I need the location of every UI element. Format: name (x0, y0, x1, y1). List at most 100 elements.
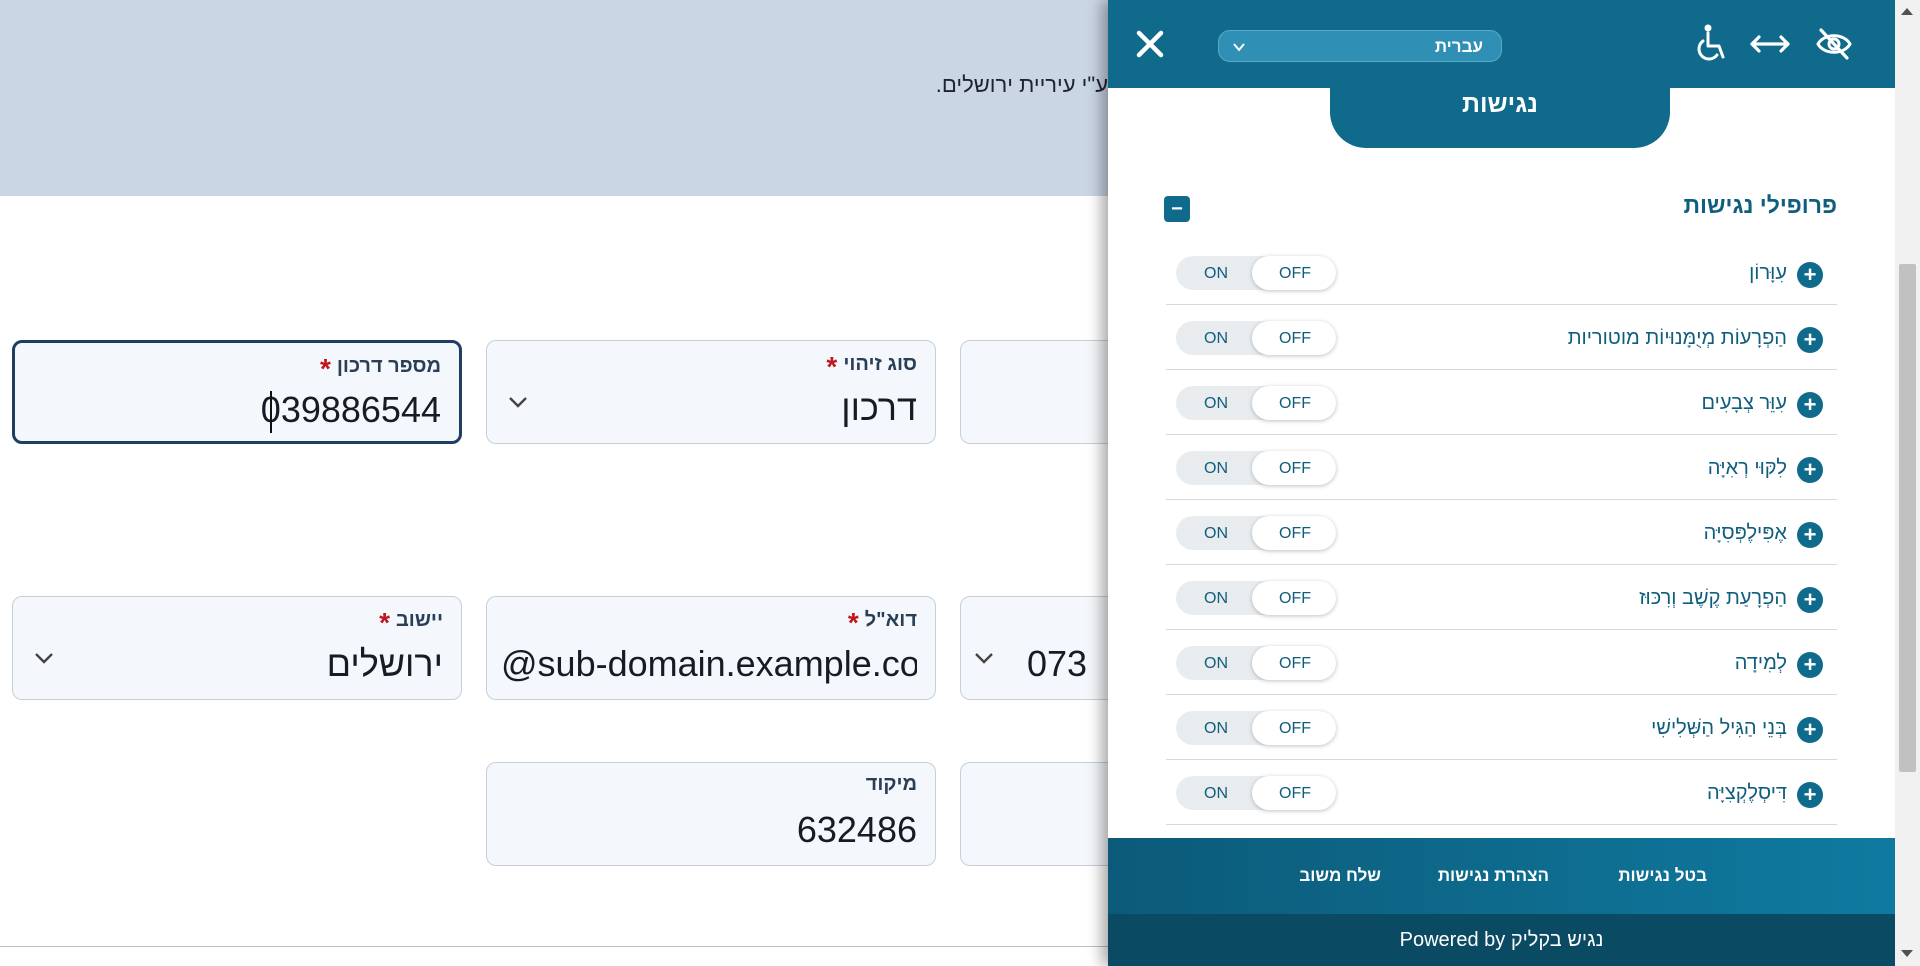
toggle-off-label: OFF (1279, 785, 1311, 802)
settlement-select[interactable]: יישוב* ירושלים (12, 596, 462, 700)
profile-row: + עִוָּרוֹן ON OFF (1166, 240, 1837, 305)
profile-label[interactable]: לִקּוּי רְאִיָּה (1708, 457, 1787, 480)
phone-prefix-value: 073 (1027, 643, 1088, 684)
language-select[interactable]: עברית (1218, 30, 1502, 62)
profile-row: + לִקּוּי רְאִיָּה ON OFF (1166, 435, 1837, 500)
toggle-on-label: ON (1204, 655, 1228, 672)
chevron-down-icon[interactable] (33, 647, 55, 669)
hide-panel-button[interactable] (1812, 22, 1856, 66)
accessibility-panel: עברית נגישות פרופילי נגישות − +עִוָּרוֹ (1108, 0, 1895, 966)
section-title: פרופילי נגישות (1683, 192, 1837, 218)
wheelchair-button[interactable] (1690, 22, 1734, 66)
toggle-off-label: OFF (1279, 265, 1311, 282)
email-field[interactable]: דוא"ל* @sub-domain.example.com (486, 596, 936, 700)
accessibility-statement-link[interactable]: הצהרת נגישות (1438, 866, 1549, 886)
settlement-label: יישוב* (379, 607, 443, 638)
profile-toggle[interactable]: ON OFF (1176, 321, 1336, 355)
profile-label[interactable]: עִוָּרוֹן (1749, 262, 1787, 285)
language-value: עברית (1434, 37, 1483, 56)
license-number-field[interactable]: מספר דרכון* 039886544 (12, 340, 462, 444)
accessibility-wheelchair-icon[interactable] (1695, 24, 1729, 64)
profile-row: + דִּיסְלֶקְצִיָּה ON OFF (1166, 760, 1837, 825)
scroll-up-arrow[interactable] (1901, 8, 1913, 15)
plus-icon[interactable]: + (1797, 392, 1823, 418)
scroll-thumb[interactable] (1899, 264, 1916, 772)
close-icon[interactable] (1135, 29, 1165, 59)
id-type-label: סוג זיהוי* (826, 351, 917, 382)
license-number-value[interactable]: 039886544 (261, 389, 441, 431)
zip-field[interactable]: מיקוד 632486 (486, 762, 936, 866)
profile-toggle[interactable]: ON OFF (1176, 256, 1336, 290)
cancel-accessibility-link[interactable]: בטל נגישות (1618, 866, 1707, 886)
phone-prefix-select[interactable]: 073 (960, 596, 1120, 700)
plus-icon[interactable]: + (1797, 652, 1823, 678)
toggle-on-label: ON (1204, 265, 1228, 282)
profile-toggle[interactable]: ON OFF (1176, 386, 1336, 420)
profile-toggle[interactable]: ON OFF (1176, 646, 1336, 680)
profile-label[interactable]: דִּיסְלֶקְצִיָּה (1707, 782, 1787, 805)
required-asterisk: * (319, 353, 331, 384)
toggle-on-label: ON (1204, 525, 1228, 542)
plus-icon[interactable]: + (1797, 262, 1823, 288)
profile-toggle[interactable]: ON OFF (1176, 776, 1336, 810)
profile-list: + עִוָּרוֹן ON OFF + הַפְרָעוֹת מְיֻמָּנוּיוֹ… (1166, 240, 1837, 825)
id-type-value: דרכון (841, 387, 917, 428)
horizontal-arrows-icon[interactable] (1749, 32, 1791, 56)
toggle-off-label: OFF (1279, 720, 1311, 737)
tab-accessibility: נגישות (1330, 84, 1670, 148)
profile-label[interactable]: עִוֵּר צְבָעִים (1701, 392, 1787, 415)
close-button[interactable] (1128, 22, 1172, 66)
text-spacing-button[interactable] (1748, 22, 1792, 66)
partial-field-row3[interactable] (960, 762, 1120, 866)
divider (0, 946, 1110, 947)
id-type-select[interactable]: סוג זיהוי* דרכון (486, 340, 936, 444)
toggle-off-label: OFF (1279, 525, 1311, 542)
plus-icon[interactable]: + (1797, 327, 1823, 353)
plus-icon[interactable]: + (1797, 587, 1823, 613)
partial-field-row1[interactable] (960, 340, 1120, 444)
profile-row: + אֶפִּילֶפְּסִיָּה ON OFF (1166, 500, 1837, 565)
required-asterisk: * (826, 351, 838, 382)
powered-by[interactable]: Powered by נגיש בקליק (1108, 914, 1895, 966)
toggle-on-label: ON (1204, 330, 1228, 347)
profile-toggle[interactable]: ON OFF (1176, 516, 1336, 550)
toggle-on-label: ON (1204, 460, 1228, 477)
toggle-off-label: OFF (1279, 460, 1311, 477)
profile-label[interactable]: לְמִידָה (1735, 652, 1787, 675)
profile-label[interactable]: הַפְרָעוֹת מְיֻמָּנוּיוֹת מוטוריות (1568, 327, 1787, 350)
zip-value[interactable]: 632486 (797, 809, 917, 851)
plus-icon[interactable]: + (1797, 522, 1823, 548)
profile-label[interactable]: הַפְרָעַת קֶשֶׁב וְרִכּוּז (1639, 587, 1787, 610)
settlement-value: ירושלים (326, 643, 443, 684)
accessibility-footer: בטל נגישות הצהרת נגישות שלח משוב (1108, 838, 1895, 914)
send-feedback-link[interactable]: שלח משוב (1299, 866, 1381, 886)
plus-icon[interactable]: + (1797, 782, 1823, 808)
profile-row: + עִוֵּר צְבָעִים ON OFF (1166, 370, 1837, 435)
plus-icon[interactable]: + (1797, 717, 1823, 743)
scroll-down-arrow[interactable] (1901, 950, 1913, 957)
text-caret (270, 391, 272, 433)
profile-row: + הַפְרָעַת קֶשֶׁב וְרִכּוּז ON OFF (1166, 565, 1837, 630)
banner-text: ע"י עיריית ירושלים. (935, 72, 1108, 97)
required-asterisk: * (847, 607, 859, 638)
toggle-on-label: ON (1204, 720, 1228, 737)
profile-row: + הַפְרָעוֹת מְיֻמָּנוּיוֹת מוטוריות ON OFF (1166, 305, 1837, 370)
profile-label[interactable]: בְּנֵי הַגִּיל הַשְּׁלִישִׁי (1651, 717, 1787, 740)
scrollbar[interactable] (1895, 0, 1920, 966)
profile-row: + בְּנֵי הַגִּיל הַשְּׁלִישִׁי ON OFF (1166, 695, 1837, 760)
email-value[interactable]: @sub-domain.example.com (501, 643, 917, 685)
chevron-down-icon[interactable] (973, 647, 995, 669)
chevron-down-icon (1233, 43, 1245, 52)
profile-toggle[interactable]: ON OFF (1176, 451, 1336, 485)
required-asterisk: * (379, 607, 390, 638)
profile-toggle[interactable]: ON OFF (1176, 711, 1336, 745)
plus-icon[interactable]: + (1797, 457, 1823, 483)
eye-off-icon[interactable] (1815, 27, 1853, 61)
profile-label[interactable]: אֶפִּילֶפְּסִיָּה (1704, 522, 1787, 545)
profile-toggle[interactable]: ON OFF (1176, 581, 1336, 615)
license-number-label: מספר דרכון* (319, 353, 441, 384)
chevron-down-icon[interactable] (507, 391, 529, 413)
email-label: דוא"ל* (847, 607, 917, 638)
profile-row: + לְמִידָה ON OFF (1166, 630, 1837, 695)
collapse-button[interactable]: − (1164, 196, 1190, 222)
